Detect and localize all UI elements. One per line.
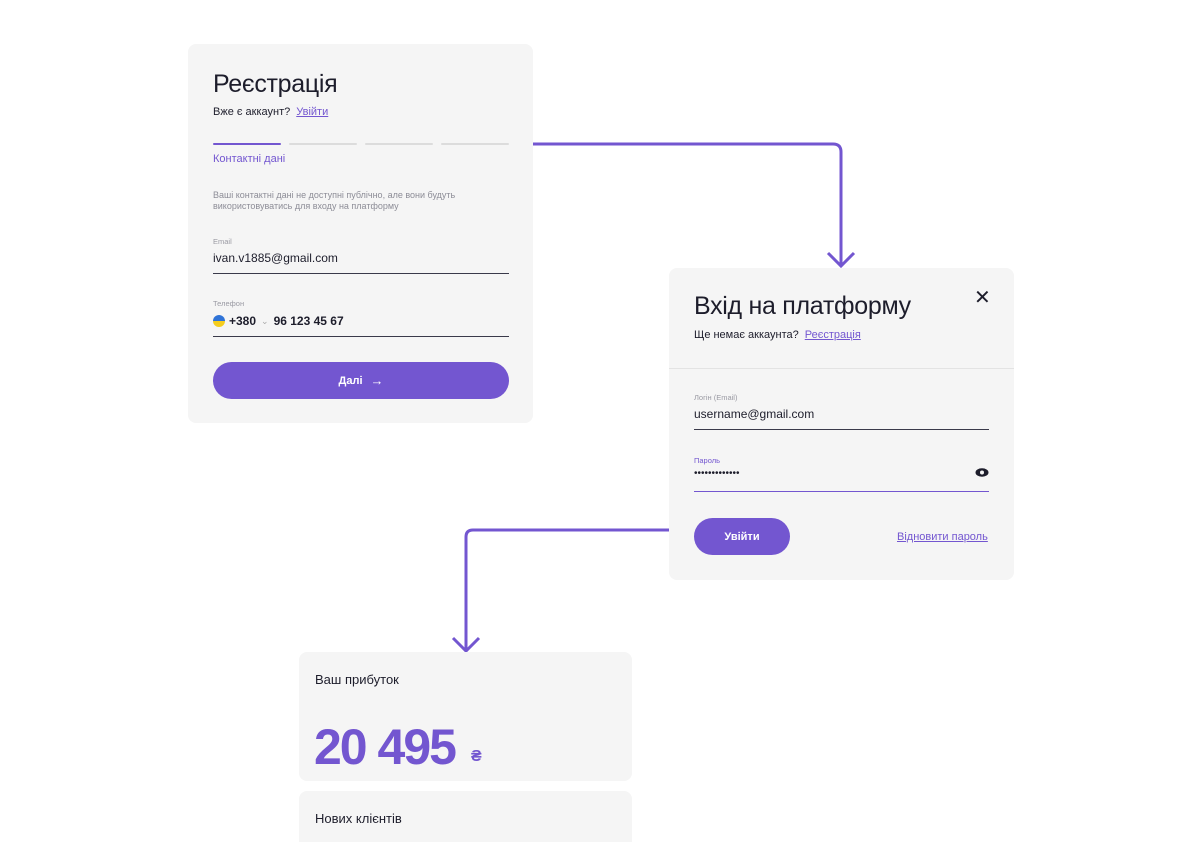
registration-title: Реєстрація <box>213 70 338 98</box>
phone-number[interactable]: 96 123 45 67 <box>274 314 344 328</box>
have-account-line: Вже є аккаунт? Увійти <box>213 106 328 118</box>
password-label: Пароль <box>694 456 721 465</box>
step-label: Контактні дані <box>213 153 286 165</box>
email-field[interactable]: ivan.v1885@gmail.com <box>213 251 338 265</box>
step-segment-3 <box>365 143 433 145</box>
eye-icon[interactable] <box>975 468 989 477</box>
phone-country-code[interactable]: +380 <box>229 314 256 328</box>
connector-arrowhead-login <box>826 251 856 269</box>
login-email-label: Логін (Email) <box>694 393 738 402</box>
no-account-text: Ще немає аккаунта? <box>694 329 799 341</box>
step-segment-2 <box>289 143 357 145</box>
phone-field[interactable]: +380 ⌄ 96 123 45 67 <box>213 314 344 328</box>
next-button-label: Далі <box>338 374 363 387</box>
login-card: Вхід на платформу ✕ Ще немає аккаунта? Ре… <box>669 268 1014 580</box>
phone-label: Телефон <box>213 299 245 308</box>
login-email-underline <box>694 429 989 430</box>
profit-amount: 20 495 <box>314 719 457 775</box>
login-title: Вхід на платформу <box>694 292 911 320</box>
next-button[interactable]: Далі → <box>213 362 509 399</box>
step-segment-1 <box>213 143 281 145</box>
login-link[interactable]: Увійти <box>296 106 328 118</box>
have-account-text: Вже є аккаунт? <box>213 106 291 118</box>
connector-arrowhead-stats <box>451 636 481 654</box>
login-submit-label: Увійти <box>724 530 760 543</box>
connector-login-to-stats <box>464 528 669 650</box>
step-segment-4 <box>441 143 509 145</box>
step-progress <box>213 143 509 145</box>
profit-card: Ваш прибуток 20 495 ₴ <box>299 652 632 781</box>
arrow-right-icon: → <box>370 373 384 388</box>
login-email-field[interactable]: username@gmail.com <box>694 407 814 421</box>
register-link[interactable]: Реєстрація <box>805 329 861 341</box>
email-underline <box>213 273 509 274</box>
close-icon[interactable]: ✕ <box>974 288 991 308</box>
login-submit-button[interactable]: Увійти <box>694 518 790 555</box>
recover-password-link[interactable]: Відновити пароль <box>897 531 988 543</box>
new-clients-label: Нових клієнтів <box>315 811 402 826</box>
chevron-down-icon[interactable]: ⌄ <box>261 316 269 327</box>
header-divider <box>669 368 1014 369</box>
password-field[interactable]: ••••••••••••• <box>694 468 740 479</box>
connector-reg-to-login <box>533 142 843 264</box>
password-underline <box>694 491 989 492</box>
profit-label: Ваш прибуток <box>315 672 399 687</box>
phone-underline <box>213 336 509 337</box>
registration-card: Реєстрація Вже є аккаунт? Увійти Контактн… <box>188 44 533 423</box>
currency-symbol: ₴ <box>471 748 482 765</box>
email-label: Email <box>213 237 232 246</box>
privacy-description: Ваші контактні дані не доступні публічно… <box>213 190 456 211</box>
new-clients-card: Нових клієнтів <box>299 791 632 842</box>
no-account-line: Ще немає аккаунта? Реєстрація <box>694 329 861 341</box>
ukraine-flag-icon <box>213 315 225 327</box>
